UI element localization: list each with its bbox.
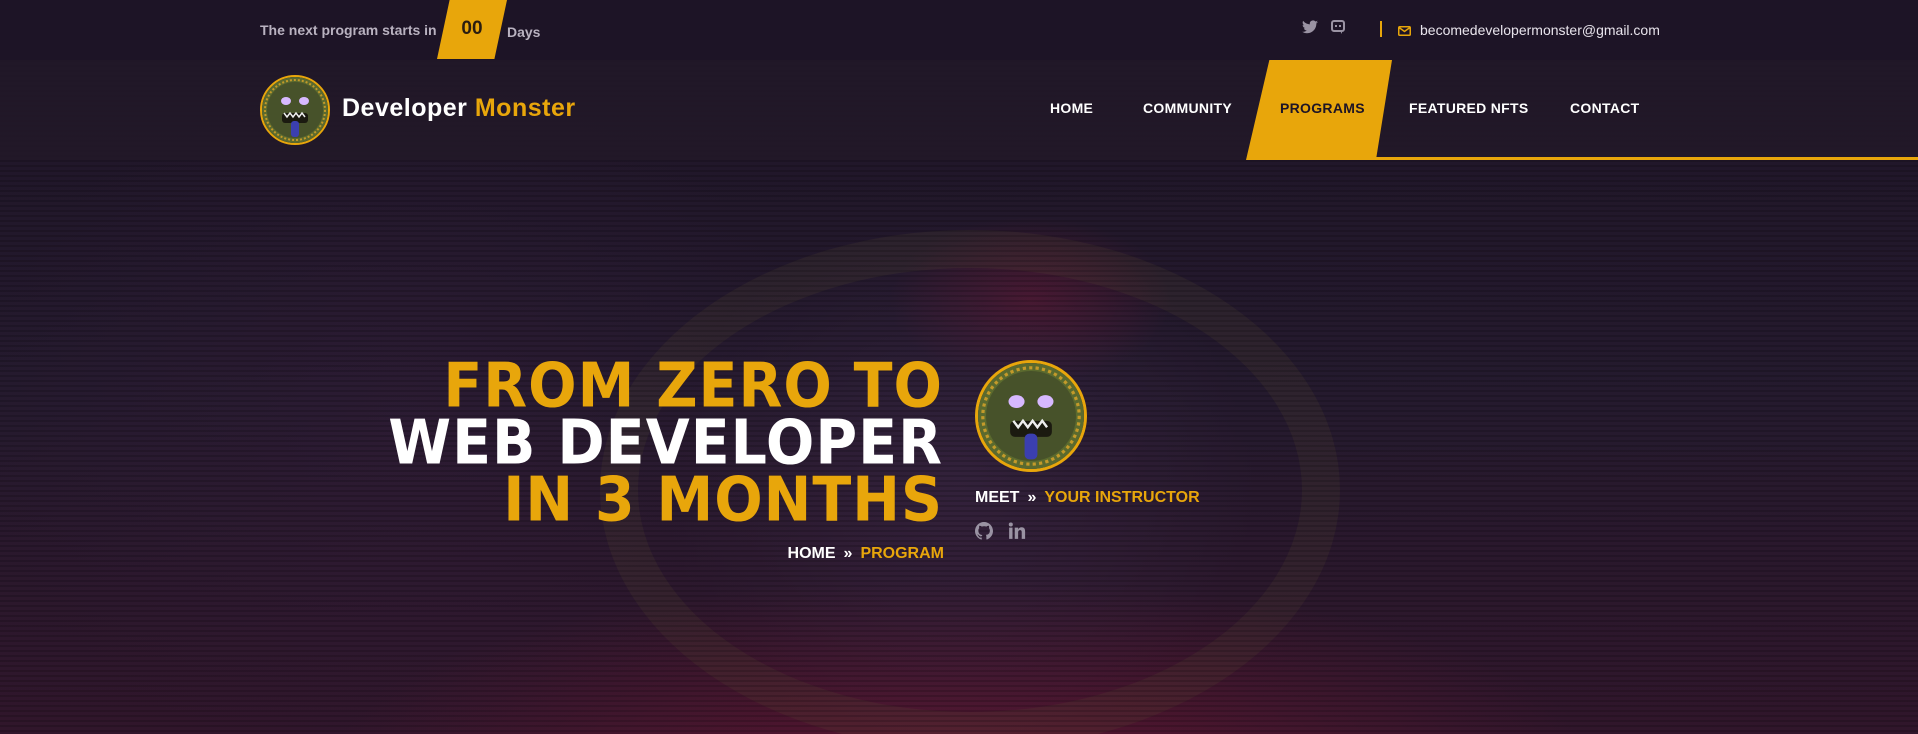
breadcrumb: HOME » PROGRAM (788, 545, 944, 563)
brand-word-1: Developer (342, 94, 468, 122)
logo-avatar[interactable] (260, 75, 330, 145)
topbar-divider (1380, 21, 1382, 37)
twitter-icon[interactable] (1302, 20, 1320, 38)
brand-word-2: Monster (474, 94, 576, 122)
github-icon[interactable] (975, 522, 993, 545)
nav-item-programs[interactable]: PROGRAMS (1280, 100, 1365, 116)
breadcrumb-separator: » (843, 545, 853, 562)
brand-name[interactable]: Developer Monster (342, 94, 576, 123)
breadcrumb-home[interactable]: HOME (788, 545, 836, 562)
nav-item-community[interactable]: COMMUNITY (1143, 100, 1232, 116)
mail-icon (1398, 23, 1411, 41)
nav-item-contact[interactable]: CONTACT (1570, 100, 1640, 116)
countdown-unit: Days (507, 24, 541, 40)
hero-title-line-3: IN 3 MONTHS (503, 464, 943, 536)
breadcrumb-current: PROGRAM (860, 545, 944, 562)
countdown-value: 00 (461, 18, 483, 39)
discord-icon[interactable] (1331, 20, 1349, 38)
meet-separator: » (1027, 489, 1037, 506)
contact-email-link[interactable]: becomedevelopermonster@gmail.com (1420, 22, 1660, 38)
meet-instructor[interactable]: MEET » YOUR INSTRUCTOR (975, 489, 1200, 507)
countdown-label: The next program starts in (260, 22, 437, 38)
nav-item-home[interactable]: HOME (1050, 100, 1093, 116)
meet-label: MEET (975, 489, 1020, 506)
instructor-avatar[interactable] (975, 360, 1087, 472)
instructor-label: YOUR INSTRUCTOR (1044, 489, 1200, 506)
nav-item-featured-nfts[interactable]: FEATURED NFTS (1409, 100, 1529, 116)
linkedin-icon[interactable] (1008, 522, 1026, 545)
